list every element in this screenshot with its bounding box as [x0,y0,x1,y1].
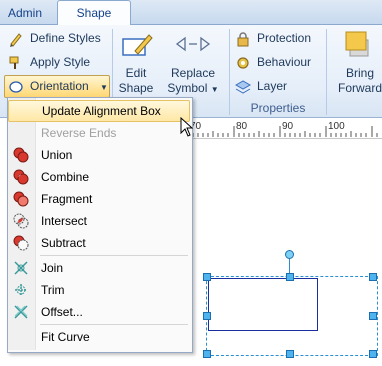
properties-group-label: Properties [250,101,306,115]
union-icon [13,147,29,163]
bring-forward-icon [344,30,374,60]
apply-style-label: Apply Style [30,55,91,69]
menu-item-offset[interactable]: Offset... [8,301,190,323]
resize-handle-n[interactable] [286,273,294,281]
menu-item-label: Fragment [41,192,93,206]
replace-symbol-label-1: Replace [170,66,216,80]
pencil-icon [8,31,24,47]
menu-item-reverse-ends: Reverse Ends [8,122,190,144]
layers-icon [234,79,252,95]
menu-item-join[interactable]: Join [8,257,190,279]
replace-symbol-icon [175,34,211,54]
apply-style-button[interactable]: Apply Style [8,52,90,72]
resize-handle-ne[interactable] [369,273,377,281]
resize-handle-w[interactable] [203,312,211,320]
tab-admin[interactable]: Admin [0,3,50,23]
orientation-label: Orientation [30,79,89,93]
trim-icon [13,282,29,298]
menu-item-intersect[interactable]: Intersect [8,210,190,232]
menu-separator [40,255,188,256]
intersect-icon [13,213,29,229]
fragment-icon [13,191,29,207]
menu-item-update-alignment-box[interactable]: Update Alignment Box [8,100,190,122]
replace-symbol-button[interactable]: Replace Symbol ▼ [164,66,222,97]
chevron-down-icon: ▼ [210,85,219,94]
resize-handle-sw[interactable] [203,350,211,358]
menu-item-label: Intersect [41,214,88,228]
menu-item-label: Fit Curve [41,330,90,344]
menu-item-combine[interactable]: Combine [8,166,190,188]
ruler-tick-label: 100 [328,121,345,132]
menu-item-label: Update Alignment Box [42,104,161,118]
protection-button[interactable]: Protection [235,28,311,48]
rotation-handle[interactable] [285,250,294,259]
menu-item-fit-curve[interactable]: Fit Curve [8,326,190,348]
edit-shape-button[interactable]: Edit Shape [114,66,158,96]
tab-shape[interactable]: Shape [57,0,131,26]
ruler-tick-label: 90 [282,121,294,132]
behaviour-button[interactable]: Behaviour [235,52,311,72]
subtract-icon [13,235,29,251]
mouse-cursor-icon [180,116,194,137]
menu-separator [40,324,188,325]
resize-handle-s[interactable] [286,350,294,358]
resize-handle-se[interactable] [369,350,377,358]
resize-handle-nw[interactable] [203,273,211,281]
protection-label: Protection [257,31,312,45]
define-styles-label: Define Styles [30,31,101,45]
ruler-tick-label: 80 [236,121,248,132]
menu-item-label: Combine [41,170,90,184]
lock-icon [235,31,251,47]
menu-item-label: Join [41,261,64,275]
offset-icon [13,304,29,320]
paint-brush-icon [8,55,24,71]
menu-item-label: Subtract [41,236,86,250]
menu-item-label: Union [41,148,73,162]
behaviour-label: Behaviour [257,55,312,69]
orientation-button-content[interactable]: Orientation ▼ [8,76,108,96]
define-styles-button[interactable]: Define Styles [8,28,101,48]
edit-shape-label-2: Shape [118,81,154,95]
menu-item-subtract[interactable]: Subtract [8,232,190,254]
group-separator [326,29,327,115]
combine-icon [13,169,29,185]
gear-icon [235,55,251,71]
menu-item-label: Reverse Ends [41,126,117,140]
join-icon [13,260,29,276]
group-separator [229,29,230,115]
replace-symbol-label-2: Symbol [167,81,208,95]
edit-shape-icon [121,31,153,61]
rectangle-shape[interactable] [208,278,318,331]
menu-item-fragment[interactable]: Fragment [8,188,190,210]
edit-shape-label-1: Edit [125,66,147,80]
layer-label: Layer [257,79,288,93]
menu-item-label: Offset... [41,305,83,319]
bring-forward-label-2: Forward [337,81,382,95]
bring-forward-label-1: Bring [345,66,374,80]
menu-item-trim[interactable]: Trim [8,279,190,301]
menu-item-union[interactable]: Union [8,144,190,166]
chevron-down-icon: ▼ [100,83,108,92]
menu-item-label: Trim [41,283,65,297]
layer-button[interactable]: Layer [234,76,288,96]
bring-forward-button[interactable]: Bring Forward [334,66,382,96]
resize-handle-e[interactable] [369,312,377,320]
ellipse-icon [8,79,24,95]
